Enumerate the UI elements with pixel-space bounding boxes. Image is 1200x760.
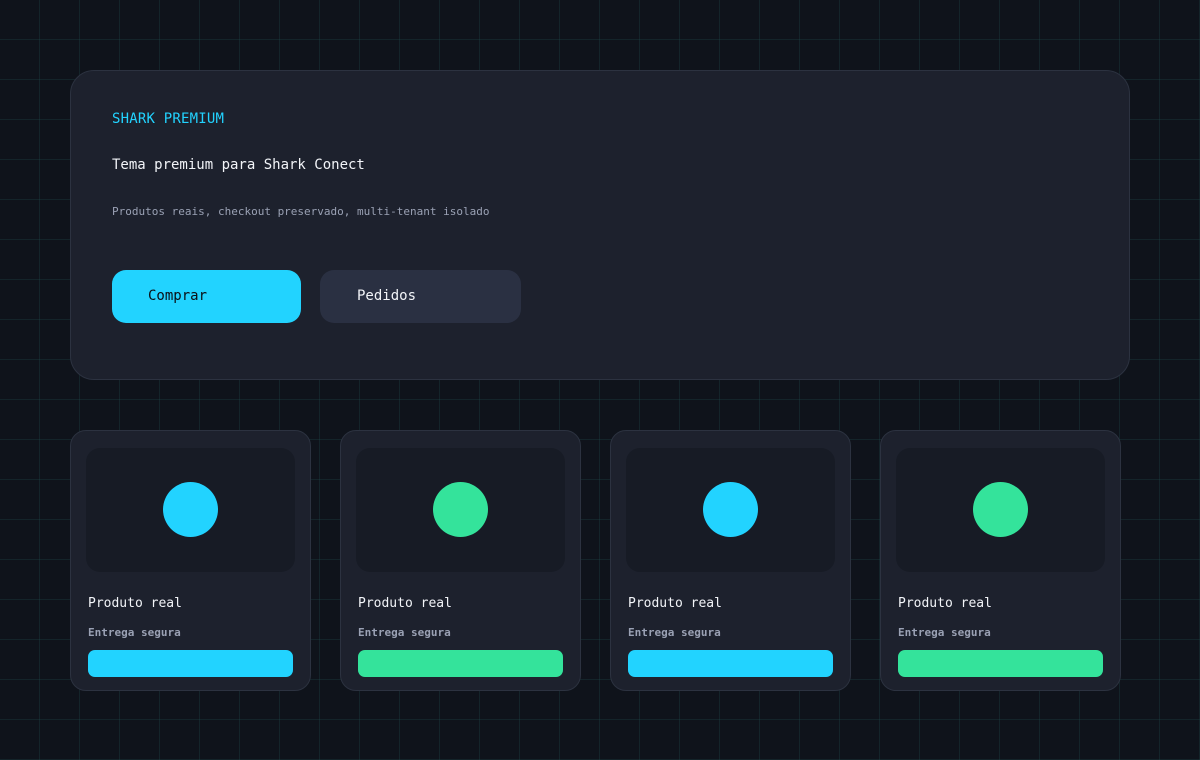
product-title: Produto real: [628, 596, 722, 611]
product-subtitle: Entrega segura: [898, 626, 991, 639]
product-card[interactable]: Produto real Entrega segura: [70, 430, 311, 691]
product-image-placeholder: [896, 448, 1105, 572]
hero-panel: SHARK PREMIUM Tema premium para Shark Co…: [70, 70, 1130, 380]
product-image-placeholder: [86, 448, 295, 572]
product-dot-icon: [973, 482, 1028, 537]
hero-subtitle: Produtos reais, checkout preservado, mul…: [112, 205, 490, 218]
product-title: Produto real: [88, 596, 182, 611]
orders-button[interactable]: Pedidos: [320, 270, 521, 323]
product-dot-icon: [433, 482, 488, 537]
hero-title: Tema premium para Shark Conect: [112, 157, 365, 173]
product-card[interactable]: Produto real Entrega segura: [880, 430, 1121, 691]
product-card[interactable]: Produto real Entrega segura: [340, 430, 581, 691]
product-subtitle: Entrega segura: [88, 626, 181, 639]
product-image-placeholder: [626, 448, 835, 572]
product-title: Produto real: [898, 596, 992, 611]
product-dot-icon: [703, 482, 758, 537]
product-image-placeholder: [356, 448, 565, 572]
product-action-button[interactable]: [358, 650, 563, 677]
product-dot-icon: [163, 482, 218, 537]
product-subtitle: Entrega segura: [358, 626, 451, 639]
product-action-button[interactable]: [898, 650, 1103, 677]
product-card[interactable]: Produto real Entrega segura: [610, 430, 851, 691]
product-action-button[interactable]: [88, 650, 293, 677]
product-action-button[interactable]: [628, 650, 833, 677]
hero-kicker: SHARK PREMIUM: [112, 111, 225, 127]
product-subtitle: Entrega segura: [628, 626, 721, 639]
buy-button[interactable]: Comprar: [112, 270, 301, 323]
product-title: Produto real: [358, 596, 452, 611]
